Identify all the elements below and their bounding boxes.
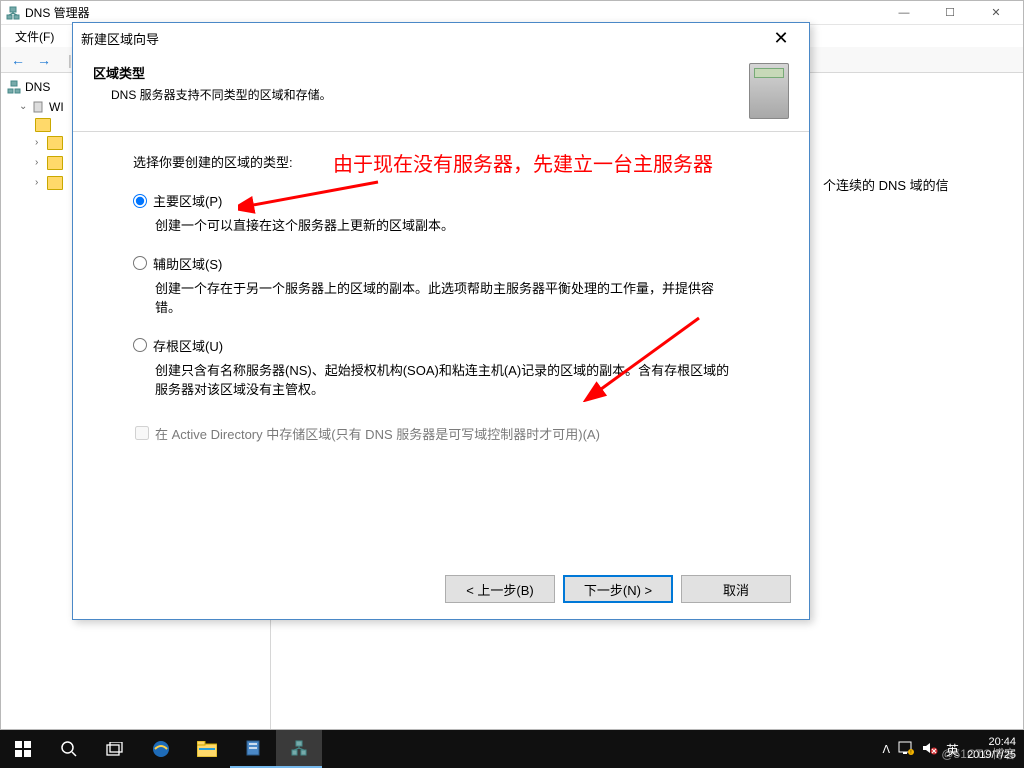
app-icon [5, 5, 21, 21]
stub-zone-label[interactable]: 存根区域(U) [153, 336, 223, 355]
maximize-button[interactable]: ☐ [927, 1, 973, 25]
primary-zone-label[interactable]: 主要区域(P) [153, 191, 222, 210]
task-view-button[interactable] [92, 730, 138, 768]
secondary-zone-label[interactable]: 辅助区域(S) [153, 254, 222, 273]
window-controls: — ☐ ✕ [881, 1, 1019, 25]
close-button[interactable]: ✕ [973, 1, 1019, 25]
back-button[interactable]: < 上一步(B) [445, 575, 555, 603]
taskbar-ie-button[interactable] [138, 730, 184, 768]
clock-time: 20:44 [967, 736, 1016, 749]
tree-label: DNS [25, 78, 50, 96]
taskbar-explorer-button[interactable] [184, 730, 230, 768]
dialog-body: 由于现在没有服务器，先建立一台主服务器 选择你要创建的区域的类型: 主要区域(P… [73, 132, 809, 453]
folder-icon [47, 136, 63, 150]
dialog-header: 区域类型 DNS 服务器支持不同类型的区域和存储。 [73, 53, 809, 131]
expand-toggle-icon[interactable]: › [35, 154, 47, 172]
primary-zone-desc: 创建一个可以直接在这个服务器上更新的区域副本。 [133, 216, 733, 236]
store-in-ad-checkbox [135, 426, 149, 440]
minimize-button[interactable]: — [881, 1, 927, 25]
tray-chevron-icon[interactable]: ᐱ [883, 743, 891, 756]
start-button[interactable] [0, 730, 46, 768]
next-button[interactable]: 下一步(N) > [563, 575, 673, 603]
svg-text:!: ! [910, 750, 911, 755]
server-graphic-icon [749, 63, 789, 119]
dns-icon [7, 80, 21, 94]
window-title: DNS 管理器 [25, 4, 881, 21]
expand-toggle-icon[interactable]: › [35, 174, 47, 192]
dialog-footer: < 上一步(B) 下一步(N) > 取消 [445, 575, 791, 603]
expand-toggle-icon[interactable]: ⌄ [19, 98, 31, 116]
folder-icon [47, 156, 63, 170]
dialog-subheading: DNS 服务器支持不同类型的区域和存储。 [93, 86, 739, 103]
ime-indicator[interactable]: 英 [946, 740, 959, 759]
cancel-button[interactable]: 取消 [681, 575, 791, 603]
expand-toggle-icon[interactable]: › [35, 134, 47, 152]
folder-icon [47, 176, 63, 190]
annotation-arrow-icon [579, 312, 709, 405]
file-menu[interactable]: 文件(F) [7, 26, 62, 47]
tray-volume-icon[interactable] [922, 741, 938, 758]
secondary-zone-radio[interactable] [133, 256, 147, 270]
search-button[interactable] [46, 730, 92, 768]
taskbar[interactable]: ᐱ ! 英 20:44 2019/7/25 [0, 730, 1024, 768]
dialog-titlebar[interactable]: 新建区域向导 ✕ [73, 23, 809, 53]
primary-zone-radio[interactable] [133, 194, 147, 208]
tray-network-icon[interactable]: ! [898, 741, 914, 758]
nav-back-button[interactable]: ← [7, 49, 29, 71]
tree-label: WI [49, 98, 64, 116]
taskbar-server-manager-button[interactable] [230, 730, 276, 768]
new-zone-wizard-dialog: 新建区域向导 ✕ 区域类型 DNS 服务器支持不同类型的区域和存储。 由于现在没… [72, 22, 810, 620]
store-in-ad-label: 在 Active Directory 中存储区域(只有 DNS 服务器是可写域控… [155, 424, 600, 443]
annotation-arrow-icon [238, 176, 388, 219]
dialog-heading: 区域类型 [93, 63, 739, 82]
folder-icon [35, 118, 51, 132]
stub-zone-radio[interactable] [133, 338, 147, 352]
server-icon [31, 100, 45, 114]
nav-forward-button[interactable]: → [33, 49, 55, 71]
annotation-text: 由于现在没有服务器，先建立一台主服务器 [333, 148, 713, 177]
dialog-title: 新建区域向导 [81, 29, 761, 48]
clock[interactable]: 20:44 2019/7/25 [967, 736, 1016, 762]
clock-date: 2019/7/25 [967, 749, 1016, 762]
system-tray[interactable]: ᐱ ! 英 20:44 2019/7/25 [883, 736, 1024, 762]
dialog-close-button[interactable]: ✕ [761, 24, 801, 52]
taskbar-dns-manager-button[interactable] [276, 730, 322, 768]
